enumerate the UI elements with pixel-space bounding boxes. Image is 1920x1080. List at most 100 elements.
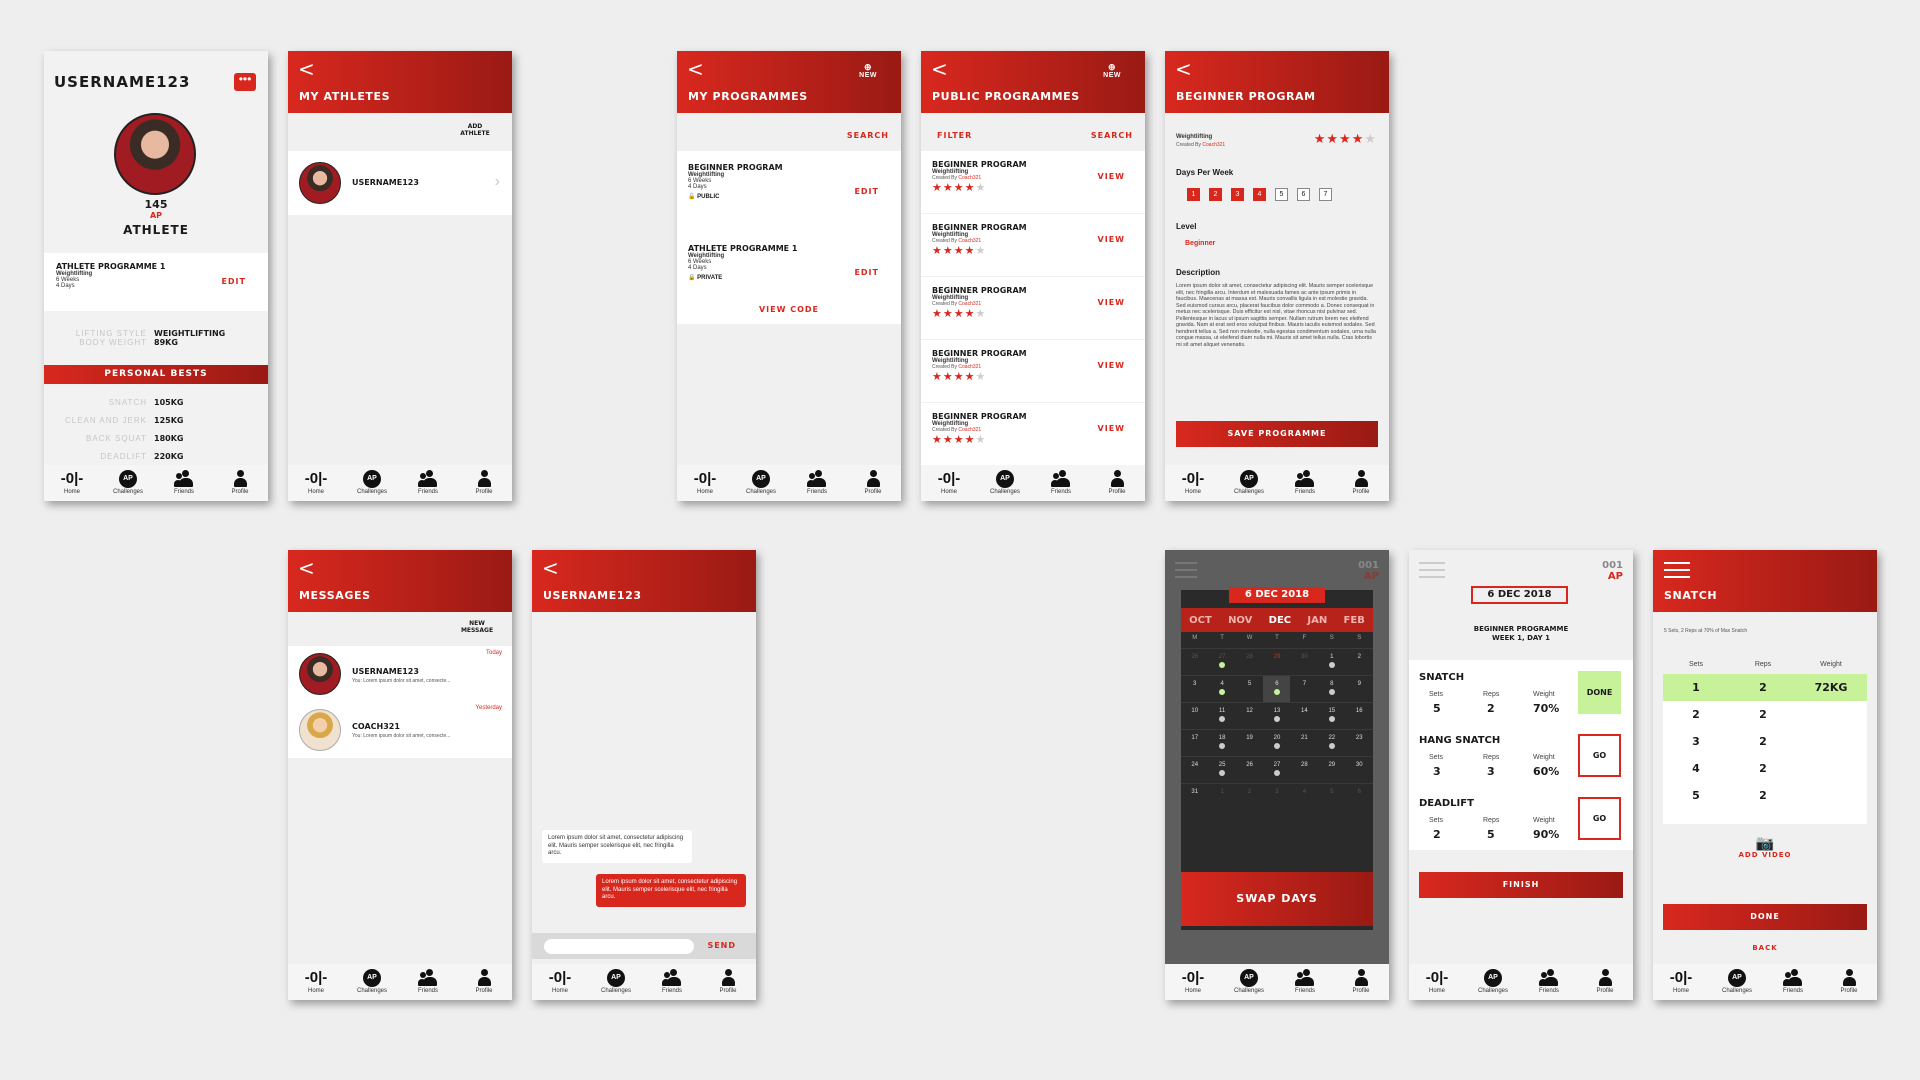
day-option[interactable]: 4 xyxy=(1253,188,1266,201)
public-programme-item[interactable]: BEGINNER PROGRAM Weightlifting Created By … xyxy=(921,403,1145,465)
calendar-day[interactable]: 24 xyxy=(1181,757,1208,783)
save-programme-button[interactable]: SAVE PROGRAMME xyxy=(1176,421,1378,447)
day-option[interactable]: 6 xyxy=(1297,188,1310,201)
nav-friends[interactable]: Friends xyxy=(1524,967,1574,994)
level-value[interactable]: Beginner xyxy=(1185,240,1215,247)
public-programme-item[interactable]: BEGINNER PROGRAM Weightlifting Created By … xyxy=(921,340,1145,402)
nav-profile[interactable]: Profile xyxy=(1092,468,1142,495)
calendar-day[interactable]: 9 xyxy=(1346,676,1373,702)
calendar-day[interactable]: 30 xyxy=(1291,649,1318,675)
calendar-day[interactable]: 1 xyxy=(1318,649,1345,675)
send-button[interactable]: SEND xyxy=(707,941,736,950)
calendar-day[interactable]: 15 xyxy=(1318,703,1345,729)
back-link[interactable]: BACK xyxy=(1653,944,1877,952)
back-icon[interactable]: < xyxy=(687,59,704,79)
nav-challenges[interactable]: AP Challenges xyxy=(1468,967,1518,994)
calendar-day[interactable]: 20 xyxy=(1263,730,1290,756)
thread-row[interactable]: COACH321 You: Lorem ipsum dolor sit amet… xyxy=(288,702,512,758)
public-programme-item[interactable]: BEGINNER PROGRAM Weightlifting Created By … xyxy=(921,277,1145,339)
view-link[interactable]: VIEW xyxy=(1098,235,1125,244)
calendar-day[interactable]: 3 xyxy=(1181,676,1208,702)
month-tab[interactable]: DEC xyxy=(1269,615,1291,626)
nav-friends[interactable]: Friends xyxy=(792,468,842,495)
go-button[interactable]: GO xyxy=(1578,734,1621,777)
view-link[interactable]: VIEW xyxy=(1098,298,1125,307)
nav-challenges[interactable]: AP Challenges xyxy=(980,468,1030,495)
table-row[interactable]: 1 2 72KG xyxy=(1663,674,1867,701)
day-option[interactable]: 2 xyxy=(1209,188,1222,201)
nav-challenges[interactable]: AP Challenges xyxy=(1224,967,1274,994)
calendar-day[interactable]: 25 xyxy=(1209,757,1236,783)
back-icon[interactable]: < xyxy=(298,59,315,79)
programme-item[interactable]: ATHLETE PROGRAMME 1 Weightlifting 6 Week… xyxy=(688,244,901,281)
add-video-button[interactable]: 📷 ADD VIDEO xyxy=(1653,836,1877,859)
message-input[interactable] xyxy=(544,939,694,954)
programme-card[interactable]: ATHLETE PROGRAMME 1 Weightlifting 6 Week… xyxy=(44,253,268,311)
view-link[interactable]: VIEW xyxy=(1098,424,1125,433)
month-tab[interactable]: OCT xyxy=(1189,615,1212,626)
month-tab[interactable]: JAN xyxy=(1307,615,1327,626)
nav-profile[interactable]: Profile xyxy=(1580,967,1630,994)
calendar-day[interactable]: 3 xyxy=(1263,784,1290,810)
table-row[interactable]: 42 xyxy=(1663,755,1867,782)
calendar-day[interactable]: 2 xyxy=(1346,649,1373,675)
calendar-day[interactable]: 23 xyxy=(1346,730,1373,756)
nav-home[interactable]: -0|- Home xyxy=(291,468,341,495)
nav-friends[interactable]: Friends xyxy=(1768,967,1818,994)
filter-link[interactable]: FILTER xyxy=(937,131,972,140)
new-programme-button[interactable]: ⊕ NEW xyxy=(1103,63,1121,80)
nav-home[interactable]: -0|- Home xyxy=(1412,967,1462,994)
nav-friends[interactable]: Friends xyxy=(403,967,453,994)
calendar-day[interactable]: 5 xyxy=(1236,676,1263,702)
nav-friends[interactable]: Friends xyxy=(1280,967,1330,994)
nav-home[interactable]: -0|- Home xyxy=(1168,468,1218,495)
nav-friends[interactable]: Friends xyxy=(1036,468,1086,495)
public-programme-item[interactable]: BEGINNER PROGRAM Weightlifting Created By … xyxy=(921,214,1145,276)
go-button[interactable]: GO xyxy=(1578,797,1621,840)
calendar-day[interactable]: 30 xyxy=(1346,757,1373,783)
menu-icon[interactable] xyxy=(1175,562,1197,578)
chat-icon[interactable]: ••• xyxy=(234,73,256,91)
back-icon[interactable]: < xyxy=(931,59,948,79)
nav-friends[interactable]: Friends xyxy=(647,967,697,994)
nav-friends[interactable]: Friends xyxy=(159,468,209,495)
calendar-day[interactable]: 31 xyxy=(1181,784,1208,810)
nav-challenges[interactable]: AP Challenges xyxy=(1224,468,1274,495)
calendar-day[interactable]: 28 xyxy=(1236,649,1263,675)
calendar-day[interactable]: 28 xyxy=(1291,757,1318,783)
calendar-day[interactable]: 10 xyxy=(1181,703,1208,729)
calendar-day[interactable]: 29 xyxy=(1263,649,1290,675)
nav-challenges[interactable]: AP Challenges xyxy=(591,967,641,994)
day-option[interactable]: 1 xyxy=(1187,188,1200,201)
nav-challenges[interactable]: AP Challenges xyxy=(347,468,397,495)
swap-days-button[interactable]: SWAP DAYS xyxy=(1181,872,1373,926)
nav-home[interactable]: -0|- Home xyxy=(535,967,585,994)
view-link[interactable]: VIEW xyxy=(1098,172,1125,181)
calendar-day[interactable]: 5 xyxy=(1318,784,1345,810)
nav-challenges[interactable]: AP Challenges xyxy=(103,468,153,495)
nav-profile[interactable]: Profile xyxy=(848,468,898,495)
programme-item[interactable]: BEGINNER PROGRAM Weightlifting 6 Weeks 4… xyxy=(688,163,901,200)
calendar-day[interactable]: 7 xyxy=(1291,676,1318,702)
coach-link[interactable]: Coach321 xyxy=(1202,142,1225,148)
nav-challenges[interactable]: AP Challenges xyxy=(736,468,786,495)
thread-row[interactable]: USERNAME123 You: Lorem ipsum dolor sit a… xyxy=(288,646,512,702)
edit-link[interactable]: EDIT xyxy=(854,187,879,196)
programme-edit-link[interactable]: EDIT xyxy=(221,277,246,286)
calendar-day[interactable]: 8 xyxy=(1318,676,1345,702)
nav-profile[interactable]: Profile xyxy=(1336,967,1386,994)
public-programme-item[interactable]: BEGINNER PROGRAM Weightlifting Created By … xyxy=(921,151,1145,213)
calendar-day[interactable]: 19 xyxy=(1236,730,1263,756)
done-button[interactable]: DONE xyxy=(1663,904,1867,930)
nav-profile[interactable]: Profile xyxy=(215,468,265,495)
athlete-row[interactable]: USERNAME123 › xyxy=(288,151,512,215)
view-link[interactable]: VIEW xyxy=(1098,361,1125,370)
nav-profile[interactable]: Profile xyxy=(1336,468,1386,495)
calendar-day[interactable]: 27 xyxy=(1209,649,1236,675)
search-link[interactable]: SEARCH xyxy=(847,131,889,140)
calendar-day[interactable]: 29 xyxy=(1318,757,1345,783)
view-code-link[interactable]: VIEW CODE xyxy=(677,305,901,314)
new-message-button[interactable]: NEW MESSAGE xyxy=(458,620,496,634)
add-athlete-button[interactable]: ADD ATHLETE xyxy=(458,123,492,137)
calendar-day[interactable]: 22 xyxy=(1318,730,1345,756)
